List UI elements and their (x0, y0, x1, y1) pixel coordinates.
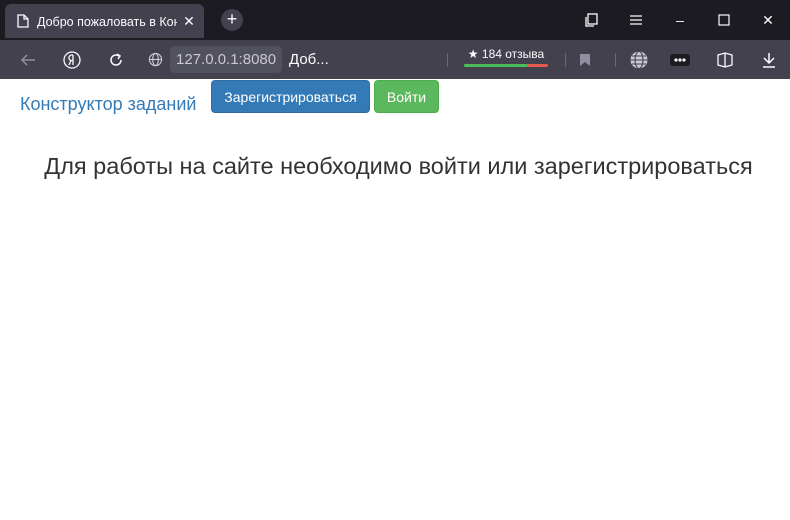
bookmark-icon[interactable] (574, 49, 596, 71)
translate-globe-icon[interactable] (628, 49, 650, 71)
close-tab-icon[interactable]: ✕ (181, 13, 197, 29)
menu-icon[interactable] (626, 10, 646, 30)
back-arrow-icon[interactable] (17, 49, 39, 71)
page-content: Конструктор заданий Зарегистрироваться В… (0, 79, 790, 520)
register-button[interactable]: Зарегистрироваться (211, 80, 370, 113)
browser-chrome: Добро пожаловать в Конструктор заданий ✕… (0, 0, 790, 79)
reviews-rating-bar (464, 64, 548, 67)
yandex-icon[interactable] (61, 49, 83, 71)
tab-strip: Добро пожаловать в Конструктор заданий ✕… (0, 0, 790, 40)
new-tab-button[interactable]: + (221, 9, 243, 31)
divider (447, 53, 448, 67)
download-icon[interactable] (758, 49, 780, 71)
divider (615, 53, 616, 67)
nav-bar: 127.0.0.1:8080 Доб... ★ 184 отзыва (0, 40, 790, 79)
tab-title: Добро пожаловать в Конструктор заданий (37, 15, 177, 29)
collections-tab-icon[interactable] (582, 10, 602, 30)
address-bar[interactable]: 127.0.0.1:8080 Доб... (143, 46, 443, 73)
url-page-title: Доб... (289, 51, 329, 68)
brand-link[interactable]: Конструктор заданий (20, 93, 196, 115)
doc-icon (17, 14, 29, 28)
extensions-icon[interactable] (669, 49, 691, 71)
site-info-icon[interactable] (148, 52, 163, 67)
window-close-icon[interactable]: ✕ (758, 10, 778, 30)
reload-icon[interactable] (105, 49, 127, 71)
login-button[interactable]: Войти (374, 80, 439, 113)
collections-icon[interactable] (714, 49, 736, 71)
maximize-icon[interactable] (714, 10, 734, 30)
reviews-badge[interactable]: ★ 184 отзыва (464, 47, 548, 69)
browser-tab[interactable]: Добро пожаловать в Конструктор заданий ✕ (5, 4, 204, 38)
minimize-icon[interactable]: – (670, 10, 690, 30)
url-host: 127.0.0.1:8080 (170, 46, 283, 73)
reviews-label: ★ 184 отзыва (467, 47, 545, 61)
auth-required-message: Для работы на сайте необходимо войти или… (44, 153, 753, 179)
divider (565, 53, 566, 67)
